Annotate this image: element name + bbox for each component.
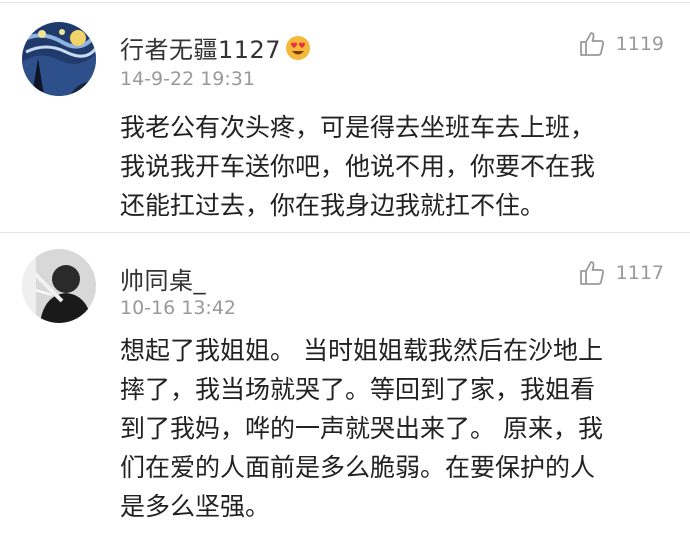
thumbs-up-icon bbox=[579, 32, 604, 56]
comment-line: 是多么坚强。 bbox=[120, 492, 271, 521]
like-count: 1117 bbox=[615, 262, 664, 284]
comment-line: 我老公有次头疼，可是得去坐班车去上班， bbox=[120, 113, 596, 142]
comment-item: 行者无疆1127 14-9-22 19:31 1119 我老公有次头疼，可是得去… bbox=[0, 0, 690, 232]
heart-eyes-emoji-icon bbox=[285, 35, 311, 67]
like-count: 1119 bbox=[615, 33, 664, 55]
timestamp: 14-9-22 19:31 bbox=[120, 68, 255, 90]
comment-line: 还能扛过去，你在我身边我就扛不住。 bbox=[120, 191, 546, 220]
comment-body: 我老公有次头疼，可是得去坐班车去上班， 我说我开车送你吧，他说不用，你要不在我 … bbox=[120, 108, 660, 225]
comment-line: 摔了，我当场就哭了。等回到了家，我姐看 bbox=[120, 375, 596, 404]
like-button[interactable]: 1119 bbox=[578, 30, 664, 58]
starry-night-avatar-icon bbox=[22, 22, 96, 96]
comment-line: 我说我开车送你吧，他说不用，你要不在我 bbox=[120, 152, 596, 181]
username[interactable]: 帅同桌_ bbox=[120, 261, 206, 296]
person-portrait-avatar-icon bbox=[22, 249, 96, 323]
comment-item: 帅同桌_ 10-16 13:42 1117 想起了我姐姐。 当时姐姐载我然后在沙… bbox=[0, 233, 690, 541]
comment-line: 到了我妈，哗的一声就哭出来了。 原来，我 bbox=[120, 414, 603, 443]
comment-line: 们在爱的人面前是多么脆弱。在要保护的人 bbox=[120, 453, 596, 482]
comment-line: 想起了我姐姐。 当时姐姐载我然后在沙地上 bbox=[120, 336, 603, 365]
username[interactable]: 行者无疆1127 bbox=[120, 30, 311, 67]
timestamp: 10-16 13:42 bbox=[120, 297, 237, 319]
avatar[interactable] bbox=[22, 22, 96, 96]
comment-body: 想起了我姐姐。 当时姐姐载我然后在沙地上 摔了，我当场就哭了。等回到了家，我姐看… bbox=[120, 331, 660, 526]
avatar[interactable] bbox=[22, 249, 96, 323]
like-button[interactable]: 1117 bbox=[578, 259, 664, 287]
username-text: 行者无疆1127 bbox=[120, 36, 282, 64]
thumbs-up-icon bbox=[579, 261, 604, 285]
